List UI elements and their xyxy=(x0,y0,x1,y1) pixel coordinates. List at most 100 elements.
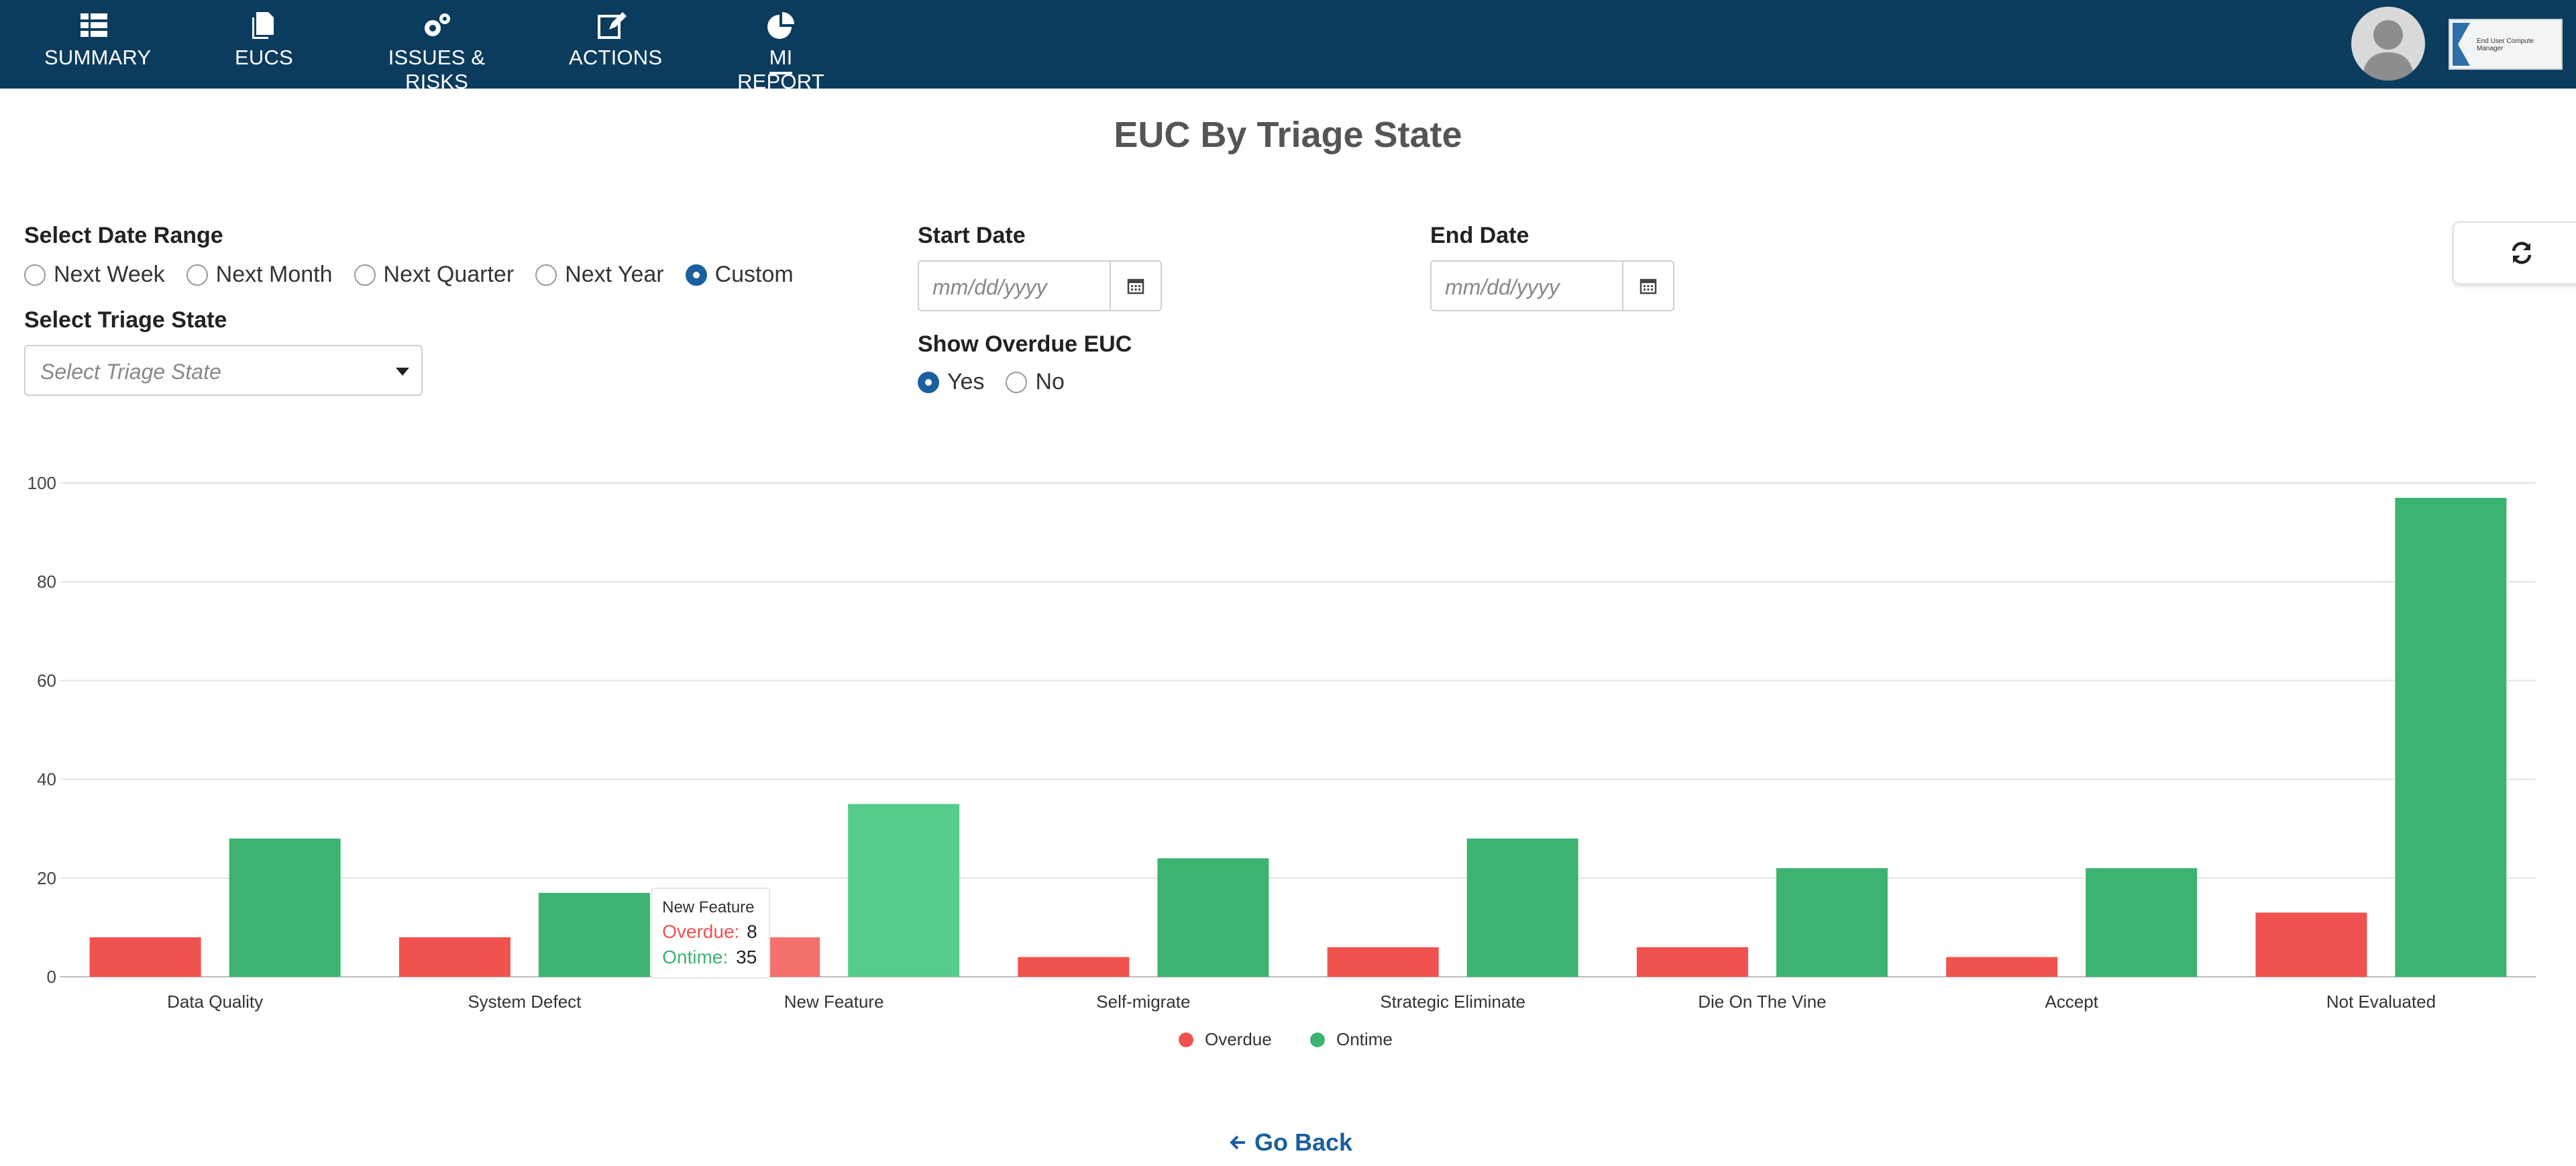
nav-eucs[interactable]: EUCS xyxy=(235,9,293,70)
legend-swatch-overdue xyxy=(1179,1032,1193,1047)
legend-label-overdue: Overdue xyxy=(1205,1029,1272,1049)
nav-issues-risks-label: ISSUES & RISKS xyxy=(388,46,486,93)
bar-ontime xyxy=(848,804,960,977)
radio-overdue-yes[interactable]: Yes xyxy=(918,369,984,395)
nav-eucs-label: EUCS xyxy=(235,46,293,69)
radio-next-year-label: Next Year xyxy=(565,262,664,287)
logo-text: End User Compute Manager xyxy=(2477,38,2534,52)
legend-label-ontime: Ontime xyxy=(1336,1029,1393,1049)
tooltip-ontime-value: 35 xyxy=(736,947,757,967)
y-tick-label: 40 xyxy=(37,770,56,790)
radio-circle xyxy=(24,264,46,286)
nav-actions-label: ACTIONS xyxy=(569,46,663,69)
show-overdue-label: Show Overdue EUC xyxy=(918,331,1132,357)
bar-overdue xyxy=(1018,957,1130,977)
bar-overdue xyxy=(89,937,201,977)
triage-state-select[interactable]: Select Triage State xyxy=(24,345,423,396)
radio-overdue-yes-label: Yes xyxy=(947,369,985,394)
x-tick-label: Die On The Vine xyxy=(1698,992,1826,1012)
date-range-radio-group: Next Week Next Month Next Quarter Next Y… xyxy=(24,262,815,288)
app-logo: End User Compute Manager xyxy=(2449,19,2563,70)
refresh-icon xyxy=(2512,242,2532,264)
radio-custom[interactable]: Custom xyxy=(685,262,794,288)
bar-overdue xyxy=(1946,957,2058,977)
radio-next-week[interactable]: Next Week xyxy=(24,262,165,288)
x-tick-label: New Feature xyxy=(784,992,884,1012)
radio-circle xyxy=(186,264,208,286)
nav-mi-report[interactable]: MI REPORT xyxy=(729,9,833,99)
radio-circle-checked xyxy=(685,264,707,286)
calendar-icon xyxy=(1127,278,1144,295)
radio-next-month-label: Next Month xyxy=(215,262,333,287)
triage-state-label: Select Triage State xyxy=(24,307,227,333)
y-tick-label: 60 xyxy=(37,670,56,690)
start-date-label: Start Date xyxy=(918,223,1026,248)
radio-next-year[interactable]: Next Year xyxy=(535,262,664,288)
user-avatar[interactable] xyxy=(2351,7,2425,81)
edit-icon xyxy=(598,12,627,39)
radio-next-quarter-label: Next Quarter xyxy=(383,262,515,287)
tooltip-overdue-value: 8 xyxy=(747,921,757,942)
radio-overdue-no[interactable]: No xyxy=(1006,369,1065,395)
radio-circle xyxy=(535,264,557,286)
euc-triage-bar-chart: 0 20 40 60 80 100 Data Quality System Defect New… xyxy=(28,473,2536,1049)
radio-overdue-no-label: No xyxy=(1035,369,1065,394)
x-tick-label: System Defect xyxy=(468,992,582,1012)
user-silhouette-icon xyxy=(2362,20,2414,81)
x-tick-label: Data Quality xyxy=(167,992,263,1012)
y-tick-label: 80 xyxy=(37,572,56,592)
x-tick-label: Accept xyxy=(2045,992,2098,1012)
bar-ontime xyxy=(1157,858,1269,977)
documents-icon xyxy=(252,12,274,39)
go-back-link[interactable]: Go Back xyxy=(1228,1128,1352,1157)
radio-next-month[interactable]: Next Month xyxy=(186,262,333,288)
nav-summary-label: SUMMARY xyxy=(44,46,152,69)
start-date-placeholder: mm/dd/yyyy xyxy=(932,275,1047,299)
bar-ontime xyxy=(229,838,341,977)
legend-swatch-ontime xyxy=(1310,1032,1325,1047)
show-overdue-radio-group: Yes No xyxy=(918,369,1086,395)
bar-overdue xyxy=(1636,947,1748,977)
bar-ontime xyxy=(538,892,650,977)
nav-summary[interactable]: SUMMARY xyxy=(44,9,151,70)
x-tick-label: Strategic Eliminate xyxy=(1380,992,1525,1012)
x-tick-label: Self-migrate xyxy=(1096,992,1190,1012)
radio-circle xyxy=(1006,371,1028,393)
radio-next-quarter[interactable]: Next Quarter xyxy=(354,262,515,288)
arrow-left-icon xyxy=(1230,1135,1245,1150)
go-back-label: Go Back xyxy=(1254,1128,1353,1156)
end-date-label: End Date xyxy=(1430,223,1529,248)
bar-overdue xyxy=(398,937,511,977)
nav-issues-risks[interactable]: ISSUES & RISKS xyxy=(366,9,508,94)
tooltip-title: New Feature xyxy=(662,898,754,916)
radio-circle xyxy=(354,264,376,286)
bar-overdue xyxy=(1327,947,1439,977)
radio-circle-checked xyxy=(918,371,939,393)
end-date-placeholder: mm/dd/yyyy xyxy=(1445,275,1560,299)
refresh-button[interactable] xyxy=(2453,221,2576,284)
calendar-icon xyxy=(1640,278,1657,295)
nav-mi-report-label: MI REPORT xyxy=(737,46,824,99)
caret-down-icon xyxy=(396,368,409,376)
bar-ontime xyxy=(1776,868,1888,977)
y-tick-label: 0 xyxy=(47,967,56,987)
gears-icon xyxy=(425,13,450,36)
date-range-label: Select Date Range xyxy=(24,223,223,248)
start-date-input[interactable]: mm/dd/yyyy xyxy=(918,260,1162,311)
nav-actions[interactable]: ACTIONS xyxy=(569,9,662,70)
end-date-calendar-button[interactable] xyxy=(1622,262,1673,310)
radio-next-week-label: Next Week xyxy=(54,262,165,287)
y-tick-label: 100 xyxy=(28,473,56,493)
page-title: EUC By Triage State xyxy=(1114,115,1462,155)
triage-state-placeholder: Select Triage State xyxy=(40,360,221,384)
bar-ontime xyxy=(2086,868,2198,977)
list-icon xyxy=(80,13,107,37)
radio-custom-label: Custom xyxy=(714,262,794,287)
tooltip-ontime-label: Ontime: xyxy=(662,947,728,967)
bar-overdue xyxy=(2255,912,2367,977)
y-tick-label: 20 xyxy=(37,868,56,888)
bar-ontime xyxy=(1466,838,1578,977)
end-date-input[interactable]: mm/dd/yyyy xyxy=(1430,260,1674,311)
x-tick-label: Not Evaluated xyxy=(2326,992,2436,1012)
start-date-calendar-button[interactable] xyxy=(1110,262,1161,310)
